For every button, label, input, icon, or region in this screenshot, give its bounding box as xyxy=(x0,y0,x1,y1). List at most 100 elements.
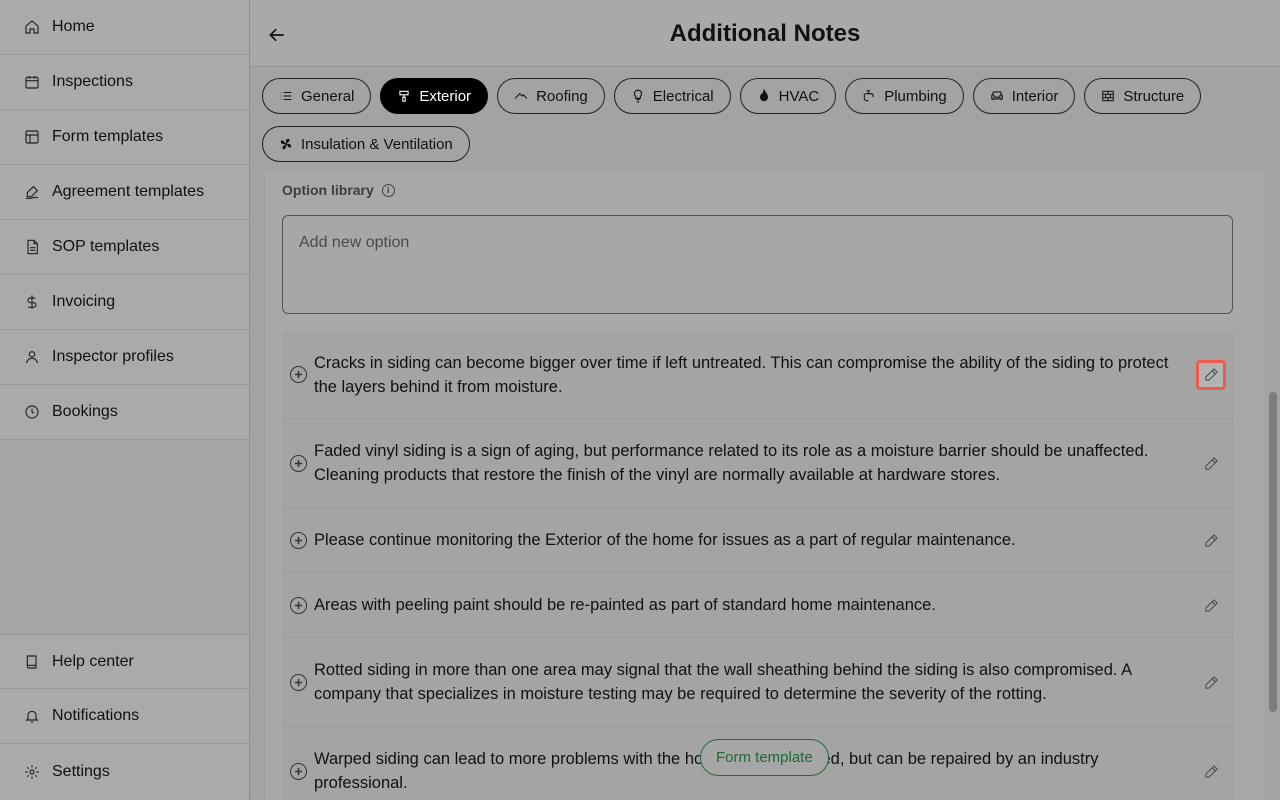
sidebar: Home Inspections Form templates Agreemen… xyxy=(0,0,250,800)
dollar-icon xyxy=(24,294,40,310)
option-text: Areas with peeling paint should be re-pa… xyxy=(314,596,936,614)
options-list: Cracks in siding can become bigger over … xyxy=(282,331,1234,800)
option-text: Faded vinyl siding is a sign of aging, b… xyxy=(314,442,1149,484)
page-header: Additional Notes xyxy=(250,0,1280,67)
pencil-icon xyxy=(1204,456,1218,470)
brick-wall-icon xyxy=(1101,89,1115,103)
option-text: Rotted siding in more than one area may … xyxy=(314,661,1132,703)
sidebar-item-label: Agreement templates xyxy=(52,183,205,200)
option-library-panel: Option library i Cracks in siding can be… xyxy=(266,172,1264,800)
option-text: Cracks in siding can become bigger over … xyxy=(314,353,1169,396)
sidebar-item-label: Form templates xyxy=(52,128,164,145)
list-item: Rotted siding in more than one area may … xyxy=(282,638,1234,727)
book-icon xyxy=(24,654,40,670)
tab-hvac[interactable]: HVAC xyxy=(739,78,837,114)
tab-label: Plumbing xyxy=(884,87,947,105)
tab-label: Electrical xyxy=(652,87,714,105)
tab-exterior[interactable]: Exterior xyxy=(380,78,489,114)
sidebar-item-invoicing[interactable]: Invoicing xyxy=(0,275,249,330)
pencil-icon xyxy=(1204,533,1218,547)
flame-icon xyxy=(757,89,771,103)
tab-interior[interactable]: Interior xyxy=(972,78,1076,114)
scrollbar-thumb[interactable] xyxy=(1269,392,1277,712)
sidebar-item-inspections[interactable]: Inspections xyxy=(0,55,249,110)
tab-label: Insulation & Ventilation xyxy=(301,135,453,153)
option-library-title: Option library xyxy=(282,182,374,198)
layout-icon xyxy=(24,129,40,145)
list-item: Areas with peeling paint should be re-pa… xyxy=(282,573,1234,638)
pencil-icon xyxy=(1204,764,1218,778)
sidebar-item-notifications[interactable]: Notifications xyxy=(0,689,249,744)
tab-label: Structure xyxy=(1123,87,1185,105)
sidebar-item-bookings[interactable]: Bookings xyxy=(0,385,249,440)
add-circle-icon[interactable] xyxy=(290,673,307,691)
tab-electrical[interactable]: Electrical xyxy=(613,78,731,114)
option-text: Please continue monitoring the Exterior … xyxy=(314,531,1016,549)
edit-option-button[interactable] xyxy=(1196,756,1226,786)
sidebar-item-label: Notifications xyxy=(52,707,140,724)
add-circle-icon[interactable] xyxy=(290,366,307,383)
form-template-button[interactable]: Form template xyxy=(700,739,829,776)
add-circle-icon[interactable] xyxy=(290,454,307,472)
sidebar-item-label: Inspections xyxy=(52,73,133,90)
sidebar-item-sop-templates[interactable]: SOP templates xyxy=(0,220,249,275)
tab-plumbing[interactable]: Plumbing xyxy=(845,78,964,114)
page-title: Additional Notes xyxy=(669,20,861,47)
signature-icon xyxy=(24,184,40,200)
user-icon xyxy=(24,349,40,365)
edit-option-button[interactable] xyxy=(1196,448,1226,478)
option-library-label: Option library i xyxy=(282,182,395,198)
pencil-icon xyxy=(1204,675,1218,689)
lightbulb-icon xyxy=(631,89,645,103)
edit-option-button[interactable] xyxy=(1196,590,1226,620)
edit-option-button[interactable] xyxy=(1196,359,1226,390)
scrollbar[interactable] xyxy=(1266,67,1280,800)
gear-icon xyxy=(24,764,40,780)
edit-option-button[interactable] xyxy=(1196,525,1226,555)
paint-brush-icon xyxy=(397,89,411,103)
sidebar-item-label: Home xyxy=(52,18,95,35)
main-content: Additional Notes General Exterior Roofin… xyxy=(250,0,1280,800)
tab-label: General xyxy=(301,87,355,105)
sidebar-item-inspector-profiles[interactable]: Inspector profiles xyxy=(0,330,249,385)
edit-option-button[interactable] xyxy=(1196,667,1226,697)
sidebar-item-form-templates[interactable]: Form templates xyxy=(0,110,249,165)
add-circle-icon[interactable] xyxy=(290,531,307,549)
list-item: Please continue monitoring the Exterior … xyxy=(282,508,1234,573)
calendar-icon xyxy=(24,74,40,90)
tab-structure[interactable]: Structure xyxy=(1084,78,1202,114)
fan-icon xyxy=(279,137,293,151)
tab-insulation-ventilation[interactable]: Insulation & Ventilation xyxy=(262,126,470,162)
category-tabs: General Exterior Roofing Electrical HVAC… xyxy=(262,78,1262,162)
add-circle-icon[interactable] xyxy=(290,596,307,614)
faucet-icon xyxy=(862,89,876,103)
info-icon[interactable]: i xyxy=(381,183,395,197)
sidebar-nav-top: Home Inspections Form templates Agreemen… xyxy=(0,0,249,440)
sidebar-item-label: Invoicing xyxy=(52,293,116,310)
clock-icon xyxy=(24,404,40,420)
tab-label: Roofing xyxy=(536,87,588,105)
sidebar-item-home[interactable]: Home xyxy=(0,0,249,55)
list-item: Faded vinyl siding is a sign of aging, b… xyxy=(282,419,1234,508)
home-icon xyxy=(24,19,40,35)
tab-label: HVAC xyxy=(778,87,820,105)
new-option-input[interactable] xyxy=(282,215,1233,314)
tab-label: Interior xyxy=(1011,87,1059,105)
roof-icon xyxy=(514,89,528,103)
sidebar-item-label: SOP templates xyxy=(52,238,160,255)
list-item: Cracks in siding can become bigger over … xyxy=(282,331,1234,419)
pencil-icon xyxy=(1204,368,1218,381)
sidebar-item-label: Settings xyxy=(52,762,110,780)
sofa-icon xyxy=(990,89,1004,103)
list-icon xyxy=(279,89,293,103)
sidebar-item-agreement-templates[interactable]: Agreement templates xyxy=(0,165,249,220)
tab-roofing[interactable]: Roofing xyxy=(497,78,605,114)
sidebar-item-label: Bookings xyxy=(52,403,118,420)
add-circle-icon[interactable] xyxy=(290,762,307,780)
sidebar-item-settings[interactable]: Settings xyxy=(0,744,249,799)
sidebar-item-help-center[interactable]: Help center xyxy=(0,634,249,689)
sidebar-nav-bottom: Help center Notifications Settings xyxy=(0,634,249,799)
tab-general[interactable]: General xyxy=(262,78,372,114)
pencil-icon xyxy=(1204,598,1218,612)
bell-icon xyxy=(24,708,40,724)
